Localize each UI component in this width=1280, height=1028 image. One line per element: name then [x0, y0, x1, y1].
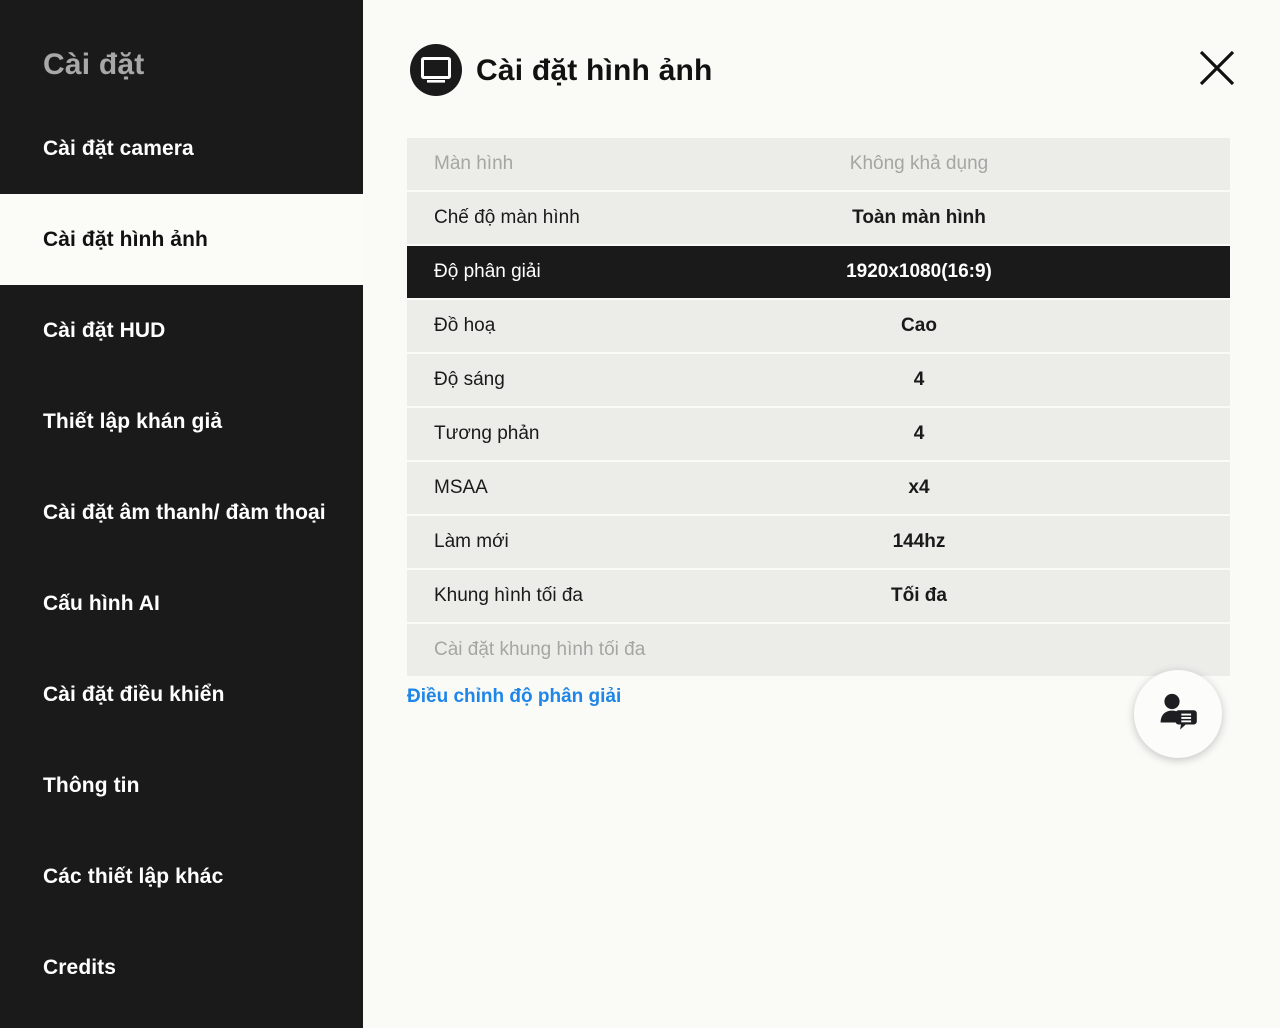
setting-label: Độ phân giải [434, 261, 541, 282]
sidebar-item-label: Cài đặt camera [43, 136, 194, 160]
support-chat-button[interactable] [1134, 670, 1222, 758]
setting-row: Màn hình Không khả dụng [407, 138, 1230, 190]
setting-row[interactable]: Độ phân giải 1920x1080(16:9) [407, 246, 1230, 298]
adjust-resolution-link[interactable]: Điều chỉnh độ phân giải [407, 686, 621, 708]
sidebar-item-label: Thiết lập khán giả [43, 409, 223, 433]
page-title: Cài đặt hình ảnh [476, 54, 713, 87]
setting-label: Màn hình [434, 153, 514, 174]
setting-label: Khung hình tối đa [434, 585, 583, 606]
sidebar-item-label: Cài đặt âm thanh/ đàm thoại [43, 500, 326, 524]
settings-table: Màn hình Không khả dụng Chế độ màn hình Toà… [407, 138, 1230, 678]
sidebar-item-label: Thông tin [43, 773, 140, 797]
sidebar-item-4[interactable]: Cài đặt âm thanh/ đàm thoại [0, 467, 363, 558]
setting-label: Chế độ màn hình [434, 207, 580, 228]
sidebar-item-6[interactable]: Cài đặt điều khiển [0, 649, 363, 740]
sidebar-item-label: Cấu hình AI [43, 591, 160, 615]
settings-sidebar: Cài đặt Cài đặt camera Cài đặt hình ảnh Cà… [0, 0, 363, 1028]
sidebar-item-label: Các thiết lập khác [43, 864, 224, 888]
setting-value: 1920x1080(16:9) [846, 261, 992, 282]
setting-value: Tối đa [891, 585, 947, 606]
setting-row: Cài đặt khung hình tối đa [407, 624, 1230, 676]
setting-label: Cài đặt khung hình tối đa [434, 639, 646, 660]
sidebar-item-2[interactable]: Cài đặt HUD [0, 285, 363, 376]
sidebar-item-5[interactable]: Cấu hình AI [0, 558, 363, 649]
setting-value: Không khả dụng [849, 153, 989, 174]
close-button[interactable] [1191, 44, 1243, 96]
sidebar-item-8[interactable]: Các thiết lập khác [0, 831, 363, 922]
setting-value: 4 [913, 369, 925, 390]
sidebar-item-label: Cài đặt HUD [43, 318, 166, 342]
setting-row[interactable]: Làm mới 144hz [407, 516, 1230, 568]
setting-value: Toàn màn hình [852, 207, 986, 228]
panel-header: Cài đặt hình ảnh [363, 0, 1280, 136]
display-settings-panel: Cài đặt hình ảnh Màn hình Không khả dụng C… [363, 0, 1280, 1028]
close-icon [1195, 46, 1239, 95]
setting-row[interactable]: Tương phản 4 [407, 408, 1230, 460]
sidebar-item-label: Cài đặt điều khiển [43, 682, 225, 706]
setting-row[interactable]: Đồ hoạ Cao [407, 300, 1230, 352]
sidebar-item-1[interactable]: Cài đặt hình ảnh [0, 194, 363, 285]
setting-value: x4 [908, 477, 930, 498]
setting-label: Tương phản [434, 423, 540, 444]
display-monitor-icon [410, 44, 462, 96]
sidebar-item-label: Credits [43, 955, 117, 979]
sidebar-item-7[interactable]: Thông tin [0, 740, 363, 831]
setting-value: 4 [913, 423, 925, 444]
sidebar-title: Cài đặt [43, 48, 145, 81]
sidebar-item-0[interactable]: Cài đặt camera [0, 103, 363, 194]
setting-label: MSAA [434, 477, 488, 498]
setting-label: Độ sáng [434, 369, 505, 390]
setting-value: Cao [901, 315, 937, 336]
setting-row[interactable]: Khung hình tối đa Tối đa [407, 570, 1230, 622]
setting-row[interactable]: Chế độ màn hình Toàn màn hình [407, 192, 1230, 244]
sidebar-item-label: Cài đặt hình ảnh [43, 227, 208, 251]
person-chat-icon [1155, 689, 1201, 740]
sidebar-item-9[interactable]: Credits [0, 922, 363, 1013]
setting-row[interactable]: Độ sáng 4 [407, 354, 1230, 406]
setting-label: Đồ hoạ [434, 315, 496, 336]
sidebar-item-3[interactable]: Thiết lập khán giả [0, 376, 363, 467]
setting-row[interactable]: MSAA x4 [407, 462, 1230, 514]
setting-value: 144hz [892, 531, 946, 552]
setting-label: Làm mới [434, 531, 509, 552]
